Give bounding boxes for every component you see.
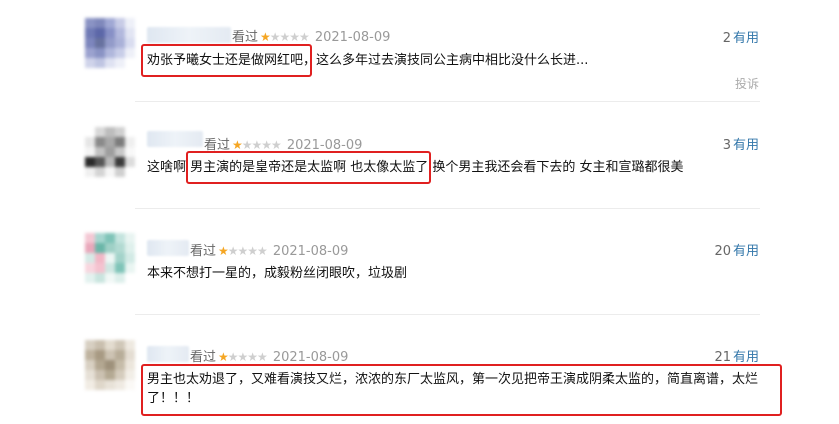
username[interactable] [147, 131, 203, 147]
username[interactable] [147, 346, 189, 362]
useful-button[interactable]: 有用 [733, 244, 759, 259]
useful-button[interactable]: 有用 [733, 31, 759, 46]
vote-count: 21 有用 [714, 346, 759, 365]
highlight-box [141, 44, 312, 77]
star-rating: ★★★★★ [218, 244, 268, 258]
vote-count: 2 有用 [723, 27, 759, 46]
review-text: 本来不想打一星的，成毅粉丝闭眼吹，垃圾剧 [147, 266, 408, 281]
vote-number: 3 [722, 138, 731, 153]
useful-button[interactable]: 有用 [733, 350, 759, 365]
useful-button[interactable]: 有用 [733, 138, 759, 153]
review-date: 2021-08-09 [314, 30, 391, 45]
report-button[interactable]: 投诉 [735, 75, 759, 92]
vote-number: 21 [714, 350, 731, 365]
avatar[interactable] [85, 18, 135, 68]
review-meta: 看过 ★★★★★ 2021-08-09 [232, 26, 390, 45]
divider [135, 101, 760, 102]
divider [135, 314, 760, 315]
username[interactable] [147, 240, 189, 256]
watch-status: 看过 [232, 30, 259, 45]
review-meta: 看过 ★★★★★ 2021-08-09 [190, 346, 348, 365]
avatar[interactable] [85, 233, 135, 283]
avatar[interactable] [85, 127, 135, 177]
star-rating: ★★★★★ [218, 350, 268, 364]
divider [135, 208, 760, 209]
highlight-box [186, 151, 431, 184]
review-meta: 看过 ★★★★★ 2021-08-09 [190, 240, 348, 259]
vote-number: 20 [714, 244, 731, 259]
avatar[interactable] [85, 340, 135, 390]
star-rating: ★★★★★ [232, 138, 282, 152]
watch-status: 看过 [190, 244, 217, 259]
vote-count: 3 有用 [723, 134, 759, 153]
review-date: 2021-08-09 [272, 350, 349, 365]
vote-number: 2 [722, 31, 731, 46]
review-date: 2021-08-09 [272, 244, 349, 259]
highlight-box [141, 364, 782, 416]
watch-status: 看过 [190, 350, 217, 365]
vote-count: 20 有用 [714, 240, 759, 259]
username[interactable] [147, 27, 231, 43]
star-rating: ★★★★★ [260, 30, 310, 44]
